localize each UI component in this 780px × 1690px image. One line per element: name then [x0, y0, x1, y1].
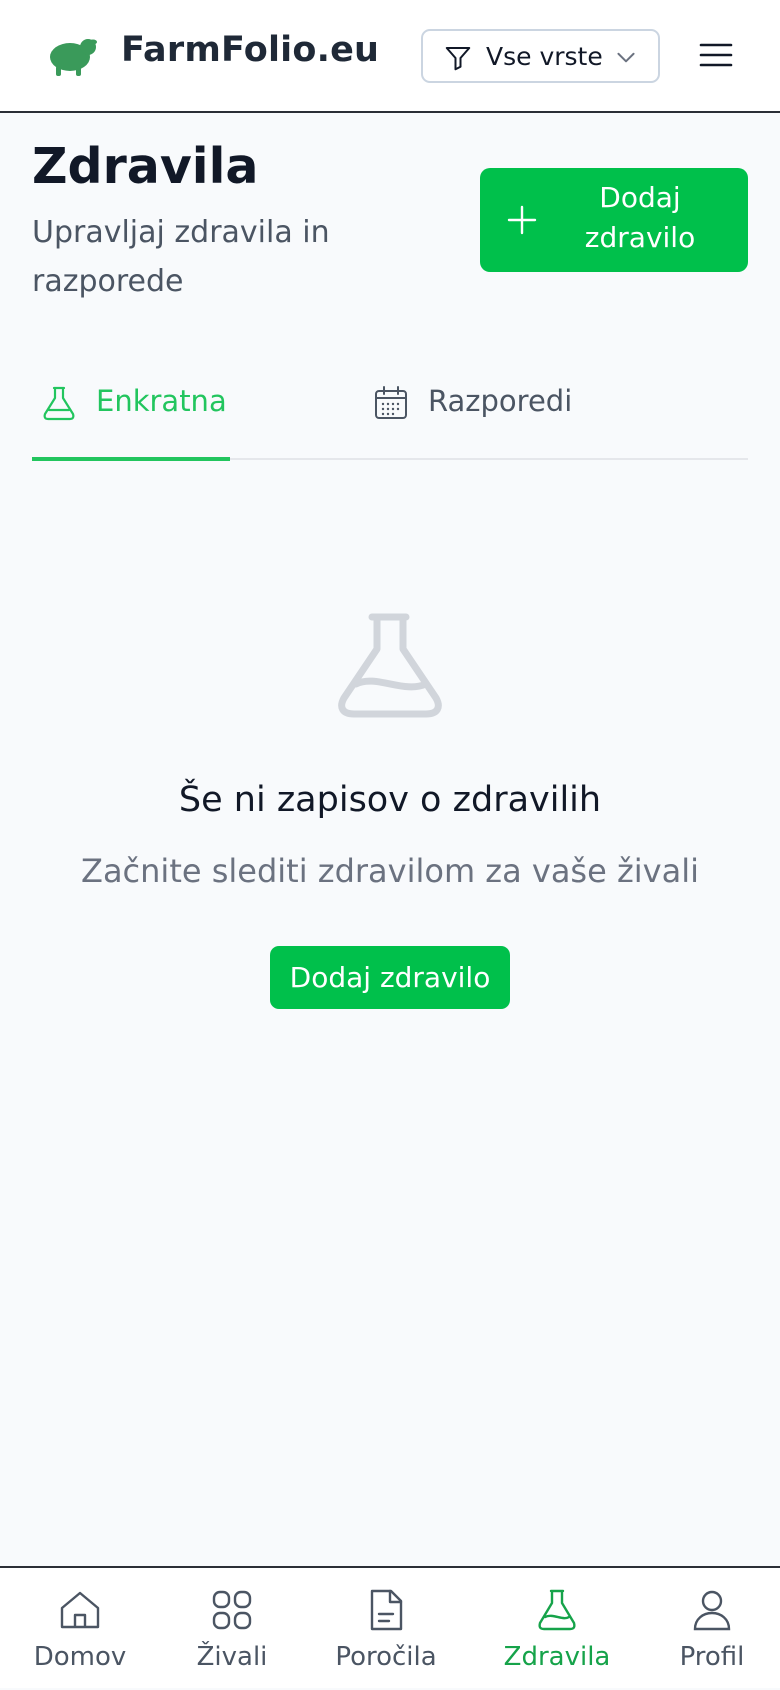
home-icon — [60, 1591, 100, 1629]
flask-icon — [338, 613, 442, 718]
nav-item-zivali[interactable]: Živali — [172, 1568, 292, 1690]
nav-label: Domov — [33, 1642, 127, 1672]
tab-label: Razporedi — [428, 384, 573, 418]
nav-label: Živali — [196, 1642, 268, 1672]
medication-tabs: Enkratna Razporedi — [32, 360, 748, 461]
empty-state-description: Začnite slediti zdravilom za vaše živali — [81, 852, 699, 890]
chevron-down-icon — [617, 52, 635, 63]
add-medication-button[interactable]: Dodaj zdravilo — [480, 168, 748, 272]
grid-icon — [212, 1590, 252, 1630]
brand-name[interactable]: FarmFolio.eu — [121, 30, 379, 70]
filter-icon — [445, 47, 471, 71]
tab-razporedi[interactable]: Razporedi — [356, 360, 576, 460]
tab-label: Enkratna — [96, 384, 227, 418]
top-header: FarmFolio.eu Vse vrste — [0, 0, 780, 113]
add-medication-label: Dodaj zdravilo — [584, 181, 696, 254]
page-title: Zdravila — [32, 138, 259, 195]
bottom-navigation: Domov Živali Poročila Zdravila Profil — [0, 1566, 780, 1688]
nav-label: Poročila — [335, 1642, 437, 1672]
nav-item-profil[interactable]: Profil — [652, 1568, 772, 1690]
species-filter-dropdown[interactable]: Vse vrste — [421, 29, 660, 83]
flask-icon — [43, 386, 75, 421]
document-icon — [370, 1589, 403, 1631]
filter-label: Vse vrste — [486, 42, 603, 71]
page-subtitle: Upravljaj zdravila in razporede — [32, 215, 330, 299]
nav-item-zdravila[interactable]: Zdravila — [497, 1568, 617, 1690]
hamburger-menu-icon[interactable] — [697, 38, 735, 72]
flask-icon — [538, 1589, 576, 1631]
sheep-icon[interactable] — [46, 33, 100, 77]
nav-label: Zdravila — [503, 1642, 611, 1672]
nav-item-domov[interactable]: Domov — [20, 1568, 140, 1690]
nav-item-porocila[interactable]: Poročila — [326, 1568, 446, 1690]
user-icon — [693, 1590, 731, 1631]
plus-icon — [507, 205, 537, 235]
calendar-icon — [375, 386, 407, 419]
nav-label: Profil — [679, 1642, 745, 1672]
empty-state-title: Še ni zapisov o zdravilih — [178, 780, 602, 820]
tab-enkratna[interactable]: Enkratna — [32, 360, 230, 461]
empty-add-medication-button[interactable]: Dodaj zdravilo — [270, 946, 510, 1009]
